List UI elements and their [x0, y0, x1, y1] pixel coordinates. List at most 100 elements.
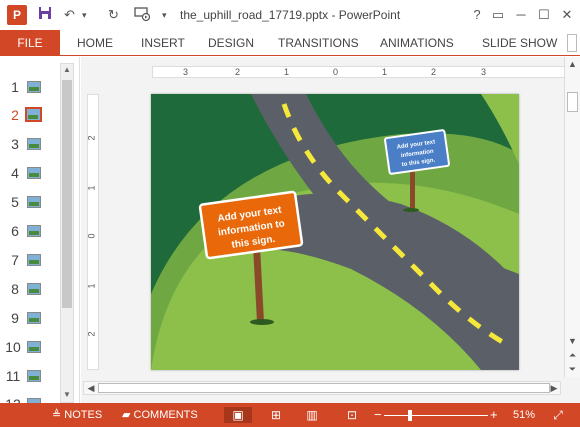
slide-thumbnail-image: [27, 167, 41, 179]
notes-icon: ≜: [52, 409, 62, 421]
undo-icon[interactable]: ↶: [64, 6, 75, 24]
slide-thumbnail-panel: 1 2 3 4 5 6 7 8 9 10 11 12 ▲ ▼: [0, 57, 80, 412]
ribbon-overflow-handle[interactable]: [567, 34, 577, 52]
fit-slide-icon[interactable]: ⤢: [544, 407, 572, 423]
zoom-in-button[interactable]: +: [490, 407, 498, 423]
slide-number: 8: [11, 281, 19, 297]
slide-thumbnail-image: [27, 81, 41, 93]
ruler-label: 1: [382, 67, 388, 77]
redo-icon[interactable]: ↻: [108, 6, 119, 24]
slide-number: 4: [11, 165, 19, 181]
ruler-label: 1: [284, 67, 290, 77]
slide-thumbnail-image: [27, 341, 41, 353]
uphill-road-illustration: Add your text information to this sign. …: [151, 94, 519, 370]
help-icon[interactable]: ?: [468, 6, 486, 24]
comments-button[interactable]: ▰ COMMENTS: [122, 407, 198, 423]
slide-thumbnail-image: [25, 107, 42, 122]
ribbon-display-options-icon[interactable]: ▭: [489, 6, 507, 24]
customize-toolbar-icon[interactable]: ▾: [162, 6, 167, 24]
ruler-label: 3: [481, 67, 487, 77]
ruler-label: 3: [183, 67, 189, 77]
tab-transitions[interactable]: TRANSITIONS: [278, 30, 359, 56]
slide-thumbnail[interactable]: 4: [0, 163, 58, 185]
tab-home[interactable]: HOME: [77, 30, 113, 56]
zoom-out-button[interactable]: −: [374, 407, 382, 423]
large-sign: Add your text information to this sign.: [198, 190, 304, 260]
slide-sorter-icon[interactable]: ⊞: [262, 407, 290, 423]
window-title: the_uphill_road_17719.pptx - PowerPoint: [180, 8, 401, 22]
scrollbar-thumb[interactable]: [62, 80, 72, 308]
maximize-icon[interactable]: ☐: [535, 6, 553, 24]
ruler-label: 1: [86, 185, 97, 191]
slide-canvas[interactable]: Add your text information to this sign. …: [151, 94, 519, 370]
scroll-left-icon[interactable]: ◀: [85, 383, 97, 393]
slide-thumbnail-image: [27, 283, 41, 295]
slide-number: 5: [11, 194, 19, 210]
zoom-level[interactable]: 51%: [513, 407, 535, 423]
slide-editing-area: 3 2 1 0 1 2 3 2 1 0 1 2 Add your text in…: [81, 57, 580, 403]
slide-thumbnail[interactable]: 10: [0, 337, 58, 359]
notes-button[interactable]: ≜ NOTES: [52, 407, 102, 423]
ruler-label: 2: [431, 67, 437, 77]
scroll-down-icon[interactable]: ▼: [62, 390, 72, 400]
scroll-up-icon[interactable]: ▲: [62, 65, 72, 75]
slide-thumbnail[interactable]: 6: [0, 221, 58, 243]
small-sign: Add your text information to this sign.: [384, 129, 450, 175]
slide-number: 1: [11, 79, 19, 95]
powerpoint-window: P ↶ ▾ ↻ ▾ the_uphill_road_17719.pptx - P…: [0, 0, 580, 427]
ribbon-tab-bar: FILE HOME INSERT DESIGN TRANSITIONS ANIM…: [0, 30, 580, 56]
slide-number: 10: [5, 339, 21, 355]
minimize-icon[interactable]: ─: [512, 6, 530, 24]
title-bar: P ↶ ▾ ↻ ▾ the_uphill_road_17719.pptx - P…: [0, 0, 580, 30]
large-sign-shadow: [250, 319, 274, 325]
save-icon[interactable]: [38, 6, 52, 24]
tab-file[interactable]: FILE: [0, 30, 60, 56]
slide-thumbnail-image: [27, 312, 41, 324]
slide-thumbnail[interactable]: 8: [0, 279, 58, 301]
slide-number: 9: [11, 310, 19, 326]
slide-thumbnail[interactable]: 5: [0, 192, 58, 214]
tab-animations[interactable]: ANIMATIONS: [380, 30, 454, 56]
slide-thumbnail-image: [27, 225, 41, 237]
undo-dropdown-icon[interactable]: ▾: [82, 6, 87, 24]
tab-insert[interactable]: INSERT: [141, 30, 185, 56]
slide-thumbnail[interactable]: 1: [0, 77, 58, 99]
horizontal-ruler: 3 2 1 0 1 2 3: [152, 66, 576, 78]
reading-view-icon[interactable]: ▥: [298, 407, 326, 423]
slide-number: 2: [11, 107, 19, 123]
tab-design[interactable]: DESIGN: [208, 30, 254, 56]
scroll-down-icon[interactable]: ▼: [566, 335, 579, 347]
slide-thumbnail-image: [27, 138, 41, 150]
scroll-right-icon[interactable]: ▶: [548, 383, 560, 393]
slide-thumbnail[interactable]: 7: [0, 250, 58, 272]
thumbnail-scrollbar[interactable]: ▲ ▼: [60, 63, 74, 403]
tab-slide-show[interactable]: SLIDE SHOW: [482, 30, 557, 56]
scrollbar-thumb[interactable]: [567, 92, 578, 112]
present-from-start-icon[interactable]: [134, 6, 151, 24]
zoom-slider[interactable]: [384, 415, 488, 416]
vertical-ruler: 2 1 0 1 2: [87, 94, 99, 370]
normal-view-icon[interactable]: ▣: [224, 407, 252, 423]
ruler-label: 0: [333, 67, 339, 77]
slide-thumbnail-image: [27, 370, 41, 382]
slide-thumbnail-selected[interactable]: 2: [0, 105, 58, 127]
slide-thumbnail-image: [27, 196, 41, 208]
ruler-label: 1: [86, 283, 97, 289]
slide-number: 11: [5, 368, 21, 384]
next-slide-icon[interactable]: ⏷: [566, 363, 579, 375]
editor-horizontal-scrollbar[interactable]: ◀ ▶: [83, 381, 561, 395]
slide-thumbnail-image: [27, 254, 41, 266]
slide-thumbnail[interactable]: 3: [0, 134, 58, 156]
slide-number: 6: [11, 223, 19, 239]
slide-thumbnail[interactable]: 9: [0, 308, 58, 330]
slide-show-icon[interactable]: ⊡: [338, 407, 366, 423]
scrollbar-thumb[interactable]: [98, 383, 550, 393]
comments-label: COMMENTS: [133, 409, 198, 421]
previous-slide-icon[interactable]: ⏶: [566, 349, 579, 361]
close-icon[interactable]: ✕: [558, 6, 576, 24]
scroll-up-icon[interactable]: ▲: [566, 58, 579, 70]
zoom-slider-knob[interactable]: [408, 410, 412, 421]
editor-vertical-scrollbar[interactable]: ▲ ▼ ⏶ ⏷: [564, 57, 580, 377]
slide-thumbnail[interactable]: 11: [0, 366, 58, 388]
slide-number: 3: [11, 136, 19, 152]
